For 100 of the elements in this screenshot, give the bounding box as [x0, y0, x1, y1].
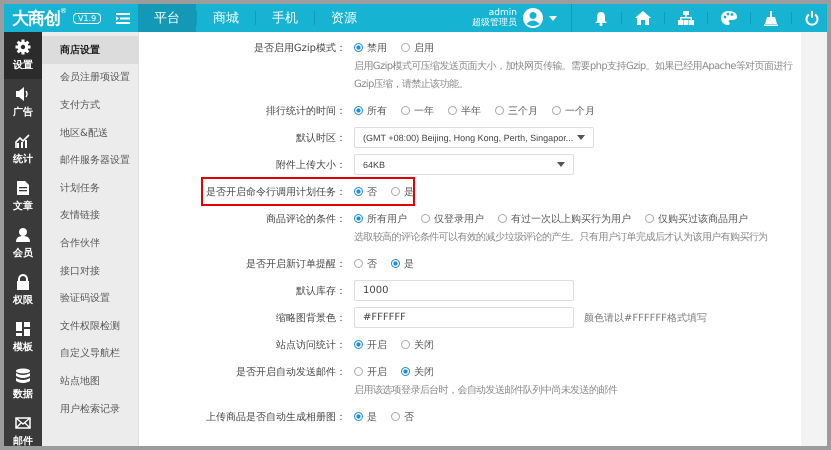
radio-button[interactable] [391, 259, 400, 268]
submenu-item[interactable]: 友情链接 [42, 202, 138, 230]
select-field[interactable]: 64KB [354, 154, 574, 175]
radio-option[interactable]: 关闭 [401, 364, 434, 378]
sidebar-item[interactable]: 文章 [4, 173, 42, 220]
bell-icon[interactable] [594, 10, 608, 26]
sidebar-item[interactable]: 广告 [4, 79, 42, 126]
radio-option[interactable]: 所有 [354, 104, 387, 118]
submenu-item[interactable]: 站点地图 [42, 367, 138, 395]
submenu-item[interactable]: 邮件服务器设置 [42, 146, 138, 174]
radio-option[interactable]: 关闭 [401, 338, 434, 352]
input-field[interactable]: 1000 [354, 280, 574, 301]
option-label: 禁用 [367, 42, 387, 54]
submenu-item[interactable]: 会员注册项设置 [42, 64, 138, 92]
home-icon[interactable] [635, 11, 651, 25]
option-label: 是 [404, 258, 414, 270]
chart-icon [15, 133, 31, 149]
mail-icon [15, 415, 31, 431]
select-field[interactable]: (GMT +08:00) Beijing, Hong Kong, Perth, Singapor... [354, 127, 594, 148]
palette-icon[interactable] [721, 11, 737, 25]
radio-button[interactable] [495, 106, 504, 115]
submenu-item[interactable]: 自定义导航栏 [42, 340, 138, 368]
radio-button[interactable] [401, 106, 410, 115]
submenu-item[interactable]: 文件权限检测 [42, 312, 138, 340]
option-label: 关闭 [414, 366, 434, 378]
radio-button[interactable] [354, 412, 363, 421]
radio-option[interactable]: 所有用户 [354, 212, 407, 226]
submenu-item[interactable]: 计划任务 [42, 174, 138, 202]
option-label: 所有 [367, 104, 387, 118]
radio-button[interactable] [354, 187, 363, 196]
submenu-item[interactable]: 用户检索记录 [42, 394, 138, 422]
radio-option[interactable]: 开启 [354, 338, 387, 352]
radio-button[interactable] [391, 412, 400, 421]
field-label: 商品评论的条件： [265, 212, 347, 226]
radio-option[interactable]: 一年 [401, 104, 434, 118]
radio-button[interactable] [354, 106, 363, 115]
field-label: 是否启用Gzip模式： [252, 42, 347, 54]
help-text: 启用该选项登录后台时，会自动发送邮件队列中尚未发送的邮件 [353, 384, 619, 398]
option-label: 开启 [367, 366, 387, 378]
radio-option[interactable]: 仅购买过该商品用户 [645, 212, 748, 226]
input-field[interactable]: #FFFFFF [354, 307, 574, 328]
grid-icon [15, 321, 31, 337]
field-label: 排行统计的时间： [265, 104, 347, 118]
submenu-item[interactable]: 接口对接 [42, 256, 138, 284]
sidebar-item[interactable]: 模板 [4, 314, 42, 361]
radio-option[interactable]: 有过一次以上购买行为用户 [498, 212, 631, 226]
radio-option[interactable]: 三个月 [495, 104, 538, 118]
radio-option[interactable]: 是 [391, 256, 414, 270]
radio-button[interactable] [354, 259, 363, 268]
field-label: 是否开启命令行调用计划任务： [206, 186, 347, 198]
radio-button[interactable] [645, 214, 654, 223]
option-label: 一年 [414, 104, 434, 118]
field-label: 缩略图背景色： [275, 312, 347, 324]
caret-icon[interactable] [549, 16, 557, 20]
radio-option[interactable]: 禁用 [354, 40, 387, 54]
submenu-item[interactable]: 地区&配送 [42, 118, 138, 146]
sidebar-item[interactable]: 会员 [4, 220, 42, 267]
radio-option[interactable]: 半年 [448, 104, 481, 118]
radio-button[interactable] [401, 340, 410, 349]
radio-button[interactable] [552, 106, 561, 115]
radio-button[interactable] [354, 340, 363, 349]
radio-option[interactable]: 启用 [401, 40, 434, 54]
submenu-item[interactable]: 支付方式 [42, 91, 138, 119]
field-label: 附件上传大小： [275, 158, 347, 172]
broom-icon[interactable] [764, 10, 778, 26]
radio-button[interactable] [391, 187, 400, 196]
submenu-item[interactable]: 合作伙伴 [42, 229, 138, 257]
radio-option[interactable]: 开启 [354, 364, 387, 378]
power-icon[interactable] [805, 10, 819, 26]
field-label: 是否开启自动发送邮件： [235, 366, 347, 378]
radio-option[interactable]: 是 [354, 410, 377, 424]
radio-button[interactable] [401, 43, 410, 52]
radio-option[interactable]: 否 [391, 410, 414, 424]
submenu-item[interactable]: 验证码设置 [42, 284, 138, 312]
user-name: admin [488, 8, 517, 18]
sitemap-icon[interactable] [678, 11, 694, 25]
sidebar-item[interactable]: 设置 [4, 32, 42, 79]
radio-button[interactable] [421, 214, 430, 223]
document-icon [15, 180, 31, 196]
radio-button[interactable] [354, 367, 363, 376]
avatar-icon[interactable] [523, 8, 543, 28]
radio-option[interactable]: 是 [391, 184, 414, 198]
radio-button[interactable] [354, 214, 363, 223]
radio-button[interactable] [448, 106, 457, 115]
radio-button[interactable] [354, 43, 363, 52]
sidebar-item[interactable]: 权限 [4, 267, 42, 314]
radio-option[interactable]: 仅登录用户 [421, 212, 484, 226]
menu-icon[interactable] [116, 12, 130, 24]
option-label: 三个月 [508, 104, 538, 118]
radio-option[interactable]: 一个月 [552, 104, 595, 118]
sidebar-item[interactable]: 数据 [4, 361, 42, 408]
option-label: 否 [367, 258, 377, 270]
radio-option[interactable]: 否 [354, 184, 377, 198]
sidebar-item[interactable]: 统计 [4, 126, 42, 173]
submenu-item[interactable]: 商店设置 [42, 36, 138, 64]
radio-option[interactable]: 否 [354, 256, 377, 270]
radio-button[interactable] [498, 214, 507, 223]
radio-button[interactable] [401, 367, 410, 376]
help-text: 启用Gzip模式可压缩发送页面大小，加快网页传输。需要php支持Gzip。如果已经用Apache等对页面进行Gzip压缩，请禁止该功能。 [353, 60, 794, 92]
sidebar-item[interactable]: 邮件 [4, 408, 42, 446]
